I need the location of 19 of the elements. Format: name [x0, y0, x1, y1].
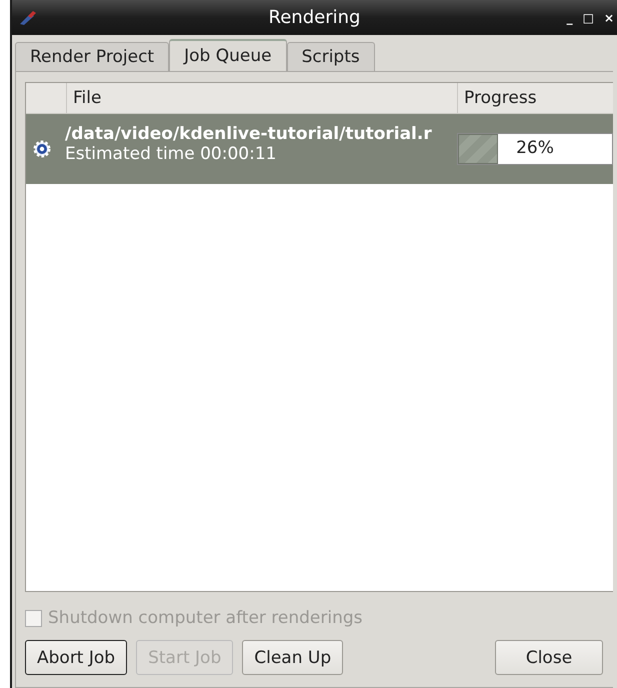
window-control[interactable]: _ [564, 10, 576, 24]
file-path: /data/video/kdenlive-tutorial/tutorial.r [65, 124, 433, 144]
progress-value: 26% [515, 138, 555, 158]
app-logo-icon [18, 10, 38, 26]
checkbox-label: Shutdown computer after renderings [48, 608, 363, 628]
column-header: Progress [463, 87, 538, 110]
job-row[interactable]: /data/video/kdenlive-tutorial/tutorial.r Estimated time 00:00:11 26% [26, 114, 613, 184]
tab[interactable]: Job Queue [169, 39, 287, 71]
window-control[interactable]: □ [580, 10, 597, 24]
column-header: File [67, 83, 458, 113]
window-control[interactable]: × [600, 10, 617, 24]
window-title: Rendering [268, 7, 360, 28]
tab[interactable]: Render Project [15, 42, 170, 71]
dialog-button[interactable]: Abort Job [25, 640, 128, 675]
tab[interactable]: Scripts [286, 42, 375, 71]
estimated-time: Estimated time 00:00:11 [65, 144, 278, 164]
dialog-button[interactable]: Clean Up [242, 640, 344, 675]
gear-icon [32, 139, 52, 159]
dialog-button[interactable]: Close [495, 640, 603, 675]
